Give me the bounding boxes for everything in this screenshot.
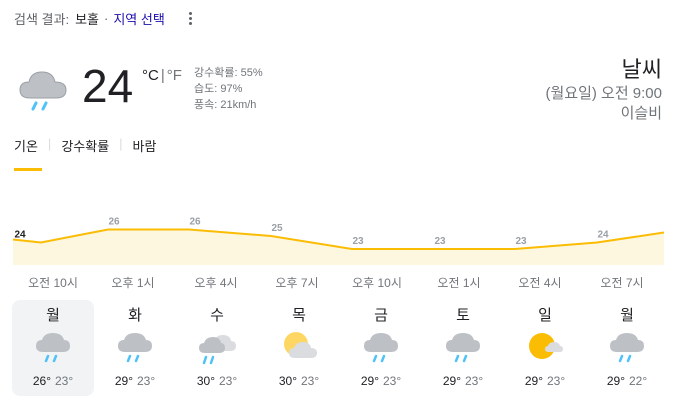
unit-toggle: °C | °F (142, 67, 182, 84)
day-forecast-0[interactable]: 월 26° 23° (12, 300, 94, 396)
sun-cloud-icon (529, 333, 563, 359)
day-forecast-5[interactable]: 토 29° 23° (422, 300, 504, 396)
weather-stats: 강수확률: 55% 습도: 97% 풍속: 21km/h (194, 65, 263, 113)
day-forecast-1[interactable]: 화 29° 23° (94, 300, 176, 396)
low-temp: 23° (137, 374, 156, 388)
low-temp: 22° (629, 374, 648, 388)
humidity-stat: 습도: 97% (194, 83, 243, 95)
low-temp: 23° (301, 374, 320, 388)
cloud-rain-icon (610, 333, 644, 363)
cloud-rain-icon (446, 333, 480, 363)
cloud-rain-icon (19, 71, 67, 111)
hour-label: 오후 10시 (352, 276, 402, 290)
high-temp: 29° (360, 374, 379, 388)
day-name: 화 (128, 307, 142, 324)
day-temps: 30° 23° (258, 374, 340, 388)
high-temp: 29° (114, 374, 133, 388)
high-temp: 29° (524, 374, 543, 388)
cloud-rain-icon (36, 333, 70, 363)
tab-temperature[interactable]: 기온 (14, 136, 42, 171)
hour-label: 오전 10시 (28, 276, 78, 290)
search-result-label: 검색 결과: (14, 11, 70, 27)
high-temp: 26° (32, 374, 51, 388)
tab-separator: | (47, 136, 52, 151)
low-temp: 23° (383, 374, 402, 388)
low-temp: 23° (465, 374, 484, 388)
partly-cloudy-icon (284, 332, 317, 358)
hour-label: 오후 4시 (194, 276, 238, 290)
day-name: 월 (46, 307, 60, 324)
hour-label: 오전 4시 (518, 276, 562, 290)
wind-stat: 풍속: 21km/h (194, 99, 257, 111)
search-context: 검색 결과: 보홀 · 지역 선택 (14, 9, 193, 27)
hour-label: 오전 1시 (437, 276, 481, 290)
chart-value-label: 23 (515, 236, 527, 247)
weather-condition: 이슬비 (620, 105, 662, 122)
day-temps: 29° 23° (94, 374, 176, 388)
chart-value-label: 26 (108, 217, 120, 228)
tab-wind[interactable]: 바람 (133, 136, 157, 163)
cloud-rain-icon (118, 333, 152, 363)
weather-tabs: 기온 | 강수확률 | 바람 (14, 136, 166, 171)
select-region-link[interactable]: 지역 선택 (113, 9, 164, 28)
hour-label: 오전 7시 (600, 276, 644, 290)
hour-label: 오후 1시 (111, 276, 155, 290)
day-temps: 30° 23° (176, 374, 258, 388)
more-options-icon[interactable] (188, 11, 193, 25)
chart-value-label: 23 (352, 236, 364, 247)
precipitation-stat: 강수확률: 55% (194, 67, 263, 79)
day-temps: 26° 23° (12, 374, 94, 388)
hourly-time-labels: 오전 10시 오후 1시 오후 4시 오후 7시 오후 10시 오전 1시 오전 4시 오전 … (0, 274, 674, 290)
weather-title: 날씨 (621, 57, 662, 82)
day-name: 목 (292, 307, 306, 324)
unit-separator: | (160, 67, 165, 84)
day-forecast-2[interactable]: 수 30° 23° (176, 300, 258, 396)
day-temps: 29° 23° (422, 374, 504, 388)
day-temps: 29° 23° (504, 374, 586, 388)
weather-datetime: (월요일) 오전 9:00 (545, 85, 662, 102)
celsius-button[interactable]: °C (142, 67, 159, 84)
chart-value-label: 26 (189, 217, 201, 228)
separator-dot: · (104, 10, 109, 26)
day-name: 수 (210, 307, 224, 324)
tab-precipitation[interactable]: 강수확률 (61, 136, 109, 163)
day-temps: 29° 22° (586, 374, 668, 388)
high-temp: 30° (278, 374, 297, 388)
day-name: 월 (620, 307, 634, 324)
high-temp: 29° (442, 374, 461, 388)
showers-cloud-icon (199, 335, 236, 365)
chart-value-label: 24 (14, 230, 26, 241)
low-temp: 23° (219, 374, 238, 388)
tab-separator: | (119, 136, 123, 151)
day-name: 금 (374, 307, 388, 324)
day-temps: 29° 23° (340, 374, 422, 388)
temperature-chart: 24 26 26 25 23 23 23 24 (12, 217, 665, 265)
day-name: 일 (538, 307, 552, 324)
hour-label: 오후 7시 (275, 276, 319, 290)
high-temp: 30° (196, 374, 215, 388)
day-forecast-4[interactable]: 금 29° 23° (340, 300, 422, 396)
day-forecast-3[interactable]: 목 30° 23° (258, 300, 340, 396)
weather-header: 날씨 (월요일) 오전 9:00 이슬비 (545, 56, 662, 124)
high-temp: 29° (606, 374, 625, 388)
day-name: 토 (456, 307, 470, 324)
chart-value-label: 25 (271, 223, 283, 234)
location-name[interactable]: 보홀 (75, 9, 99, 28)
chart-value-label: 23 (434, 236, 446, 247)
fahrenheit-button[interactable]: °F (167, 67, 182, 84)
low-temp: 23° (55, 374, 74, 388)
cloud-rain-icon (364, 333, 398, 363)
daily-forecast: 월 26° 23° 화 29° 23° 수 30° 23° 목 30° 23° 금 29° 23° 토 29° 2… (12, 300, 668, 396)
chart-value-label: 24 (597, 230, 609, 241)
day-forecast-6[interactable]: 일 29° 23° (504, 300, 586, 396)
low-temp: 23° (547, 374, 566, 388)
current-temperature: 24 (82, 60, 134, 112)
day-forecast-7[interactable]: 월 29° 22° (586, 300, 668, 396)
